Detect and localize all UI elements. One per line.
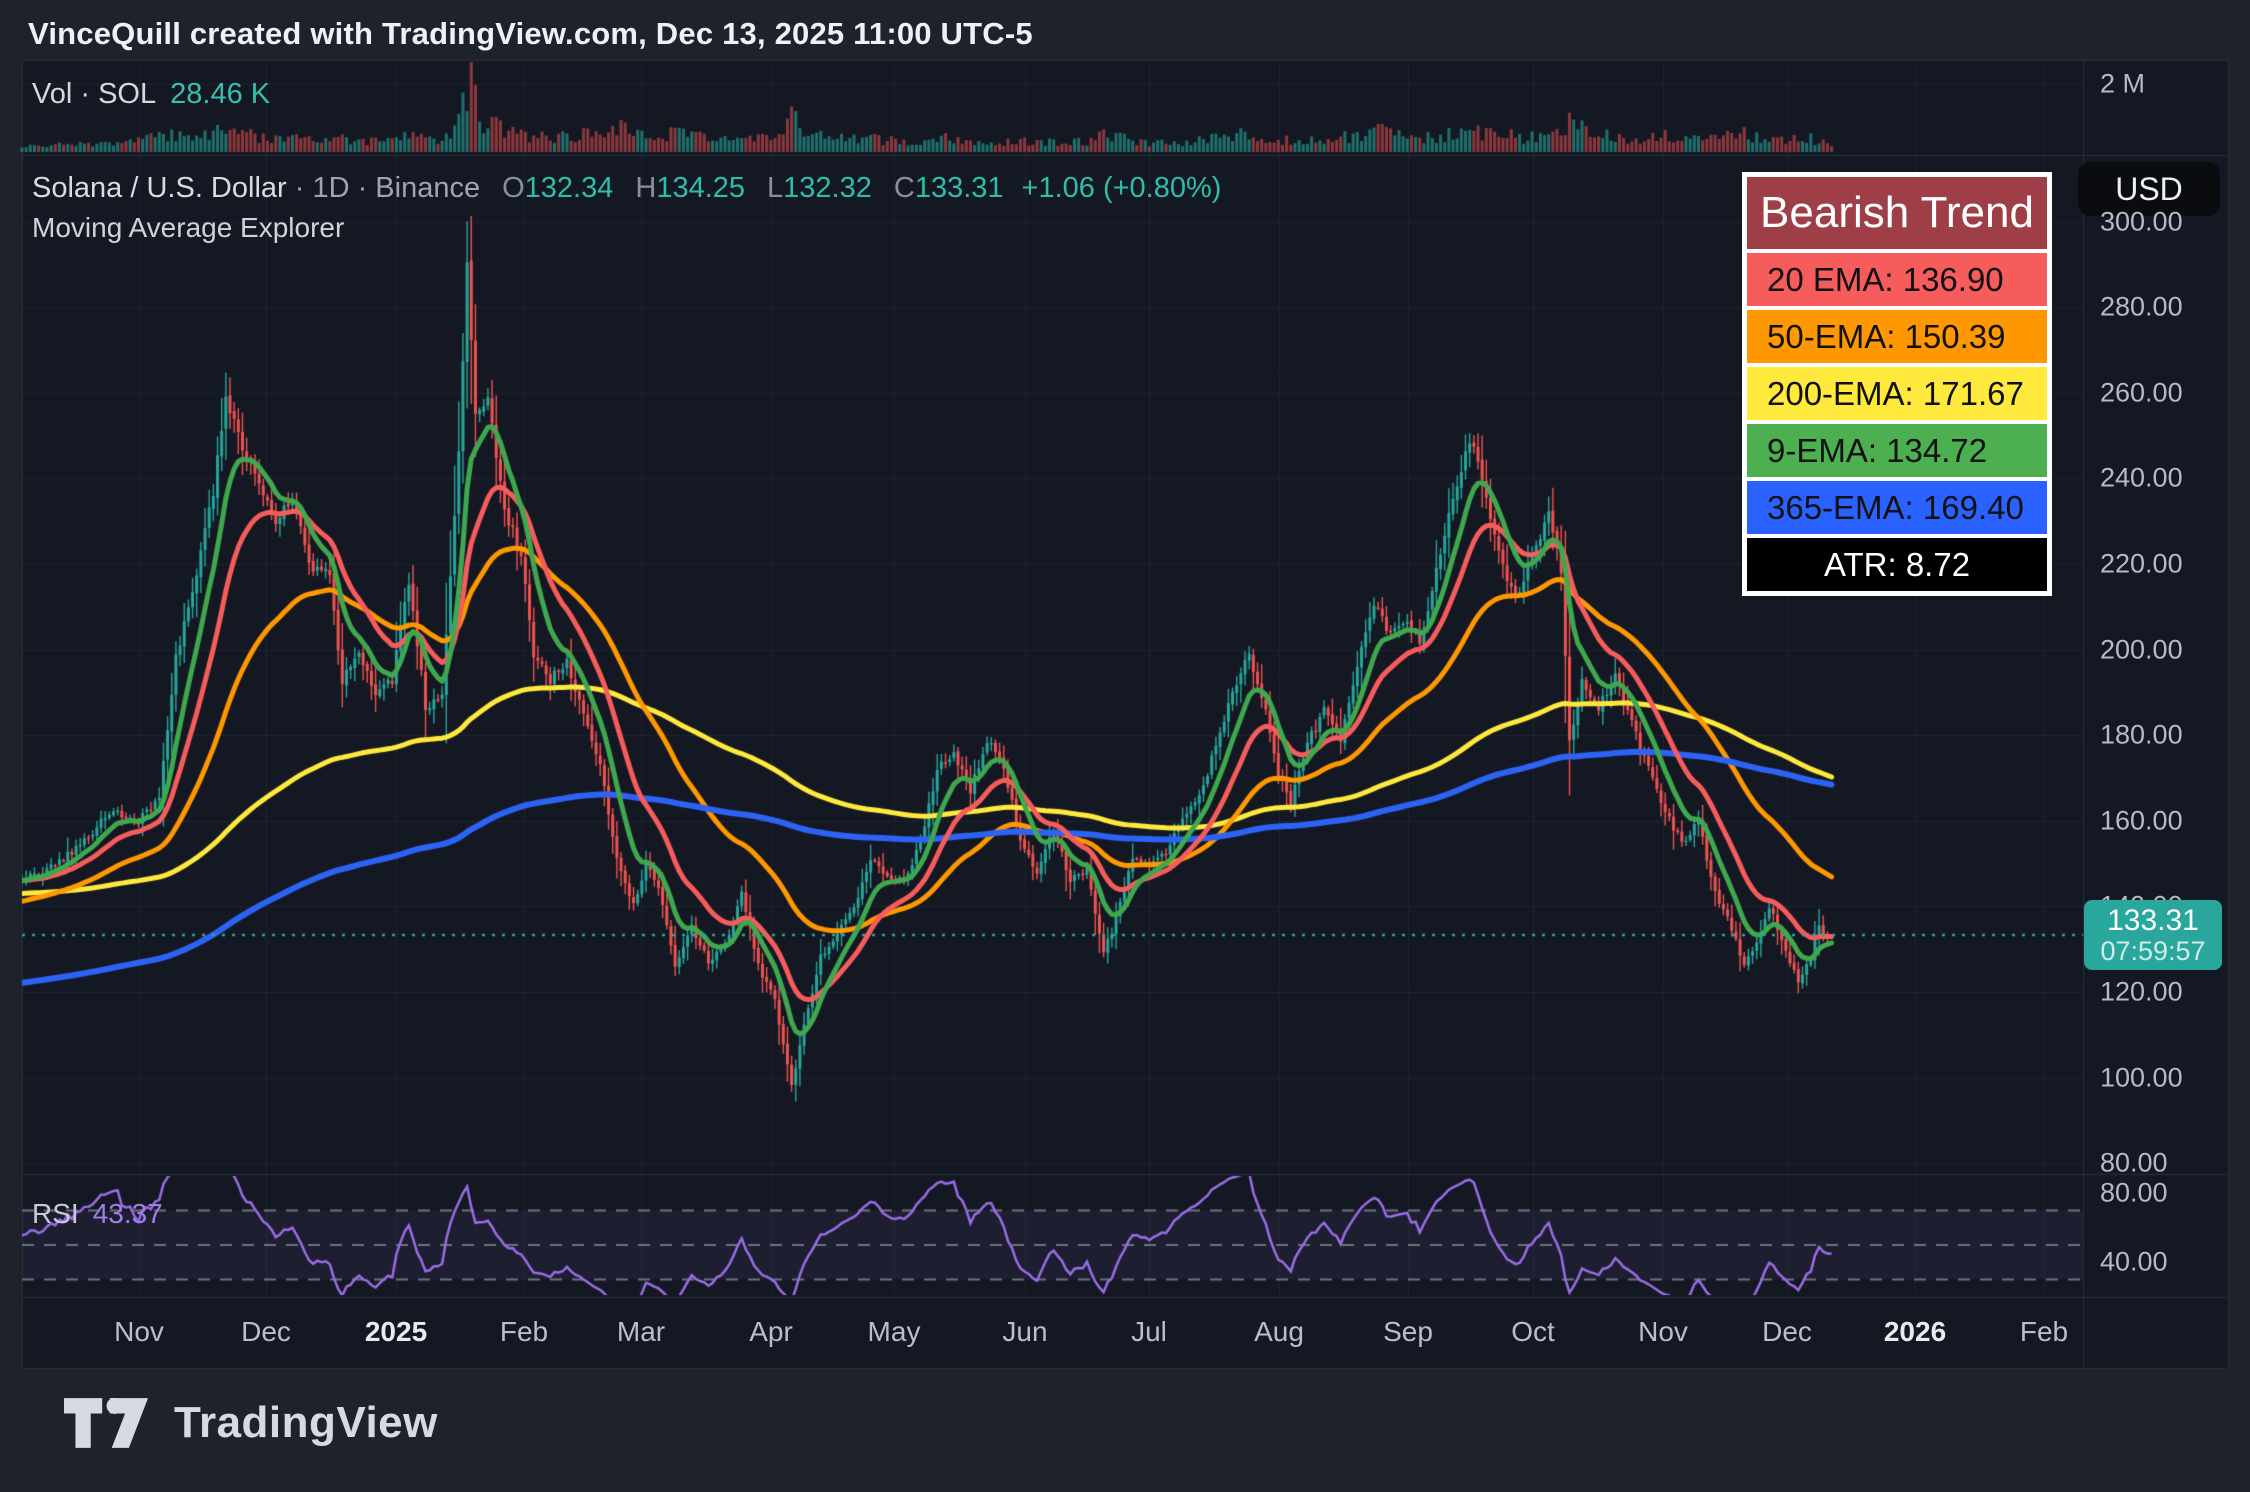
watermark-title: VinceQuill created with TradingView.com,… [28,16,1033,52]
time-tick-label: Dec [241,1316,291,1348]
trend-legend-box: Bearish Trend 20 EMA: 136.9050-EMA: 150.… [1742,172,2052,596]
symbol-meta[interactable]: · 1D · Binance [287,172,480,204]
ohlc-value: 134.25 [656,172,745,204]
rsi-tick-label: 40.00 [2100,1247,2168,1278]
time-tick-label: Dec [1762,1316,1812,1348]
time-tick-label: Jun [1002,1316,1047,1348]
ohlc-key: H [635,172,656,204]
symbol-row[interactable]: Solana / U.S. Dollar · 1D · BinanceO132.… [32,172,1221,205]
ohlc-value: 133.31 [915,172,1004,204]
time-tick-label: 2026 [1884,1316,1946,1348]
time-tick-label: Jul [1131,1316,1167,1348]
tradingview-brand[interactable]: TradingView [64,1398,438,1448]
volume-indicator-label[interactable]: Vol · SOL 28.46 K [32,78,270,111]
price-tick-label: 80.00 [2100,1148,2168,1179]
time-tick-label: Nov [114,1316,164,1348]
price-tick-label: 120.00 [2100,976,2183,1007]
volume-value: 28.46 K [170,78,270,110]
time-tick-label: Feb [500,1316,548,1348]
tradingview-chart-window: VinceQuill created with TradingView.com,… [0,0,2250,1492]
legend-row: 365-EMA: 169.40 [1747,481,2047,534]
last-price-badge: 133.31 07:59:57 [2084,900,2222,970]
rsi-value: 43.37 [93,1198,163,1229]
time-tick-label: Apr [749,1316,793,1348]
rsi-label: RSI [32,1198,79,1229]
time-tick-label: Mar [617,1316,665,1348]
ohlc-key: C [894,172,915,204]
countdown-timer: 07:59:57 [2100,937,2205,967]
tradingview-logo-icon [64,1398,148,1448]
change-value: +1.06 (+0.80%) [1022,172,1222,204]
volume-label: Vol · SOL [32,78,156,110]
time-tick-label: Oct [1511,1316,1555,1348]
time-tick-label: Nov [1638,1316,1688,1348]
indicator-name-label[interactable]: Moving Average Explorer [32,212,344,244]
time-tick-label: May [868,1316,921,1348]
volume-scale-label: 2 M [2100,69,2145,100]
time-tick-label: Sep [1383,1316,1433,1348]
time-tick-label: Aug [1254,1316,1304,1348]
ohlc-values: O132.34 H134.25 L132.32 C133.31 [480,172,1003,204]
time-tick-label: Feb [2020,1316,2068,1348]
ohlc-key: O [502,172,525,204]
rsi-indicator-label[interactable]: RSI 43.37 [32,1198,163,1230]
legend-row: 200-EMA: 171.67 [1747,367,2047,420]
ohlc-value: 132.34 [525,172,614,204]
price-tick-label: 160.00 [2100,805,2183,836]
ohlc-value: 132.32 [783,172,872,204]
trend-status-header: Bearish Trend [1747,177,2047,249]
legend-row: 20 EMA: 136.90 [1747,253,2047,306]
symbol-name[interactable]: Solana / U.S. Dollar [32,172,287,204]
legend-row: 50-EMA: 150.39 [1747,310,2047,363]
price-tick-label: 200.00 [2100,634,2183,665]
price-tick-label: 220.00 [2100,548,2183,579]
rsi-tick-label: 80.00 [2100,1178,2168,1209]
tradingview-brand-text: TradingView [174,1398,438,1448]
ohlc-key: L [767,172,783,204]
price-tick-label: 180.00 [2100,720,2183,751]
legend-row: ATR: 8.72 [1747,538,2047,591]
price-tick-label: 260.00 [2100,377,2183,408]
price-tick-label: 240.00 [2100,463,2183,494]
legend-row: 9-EMA: 134.72 [1747,424,2047,477]
price-tick-label: 300.00 [2100,206,2183,237]
last-price-value: 133.31 [2107,904,2199,937]
price-tick-label: 280.00 [2100,292,2183,323]
time-tick-label: 2025 [365,1316,427,1348]
price-tick-label: 100.00 [2100,1062,2183,1093]
